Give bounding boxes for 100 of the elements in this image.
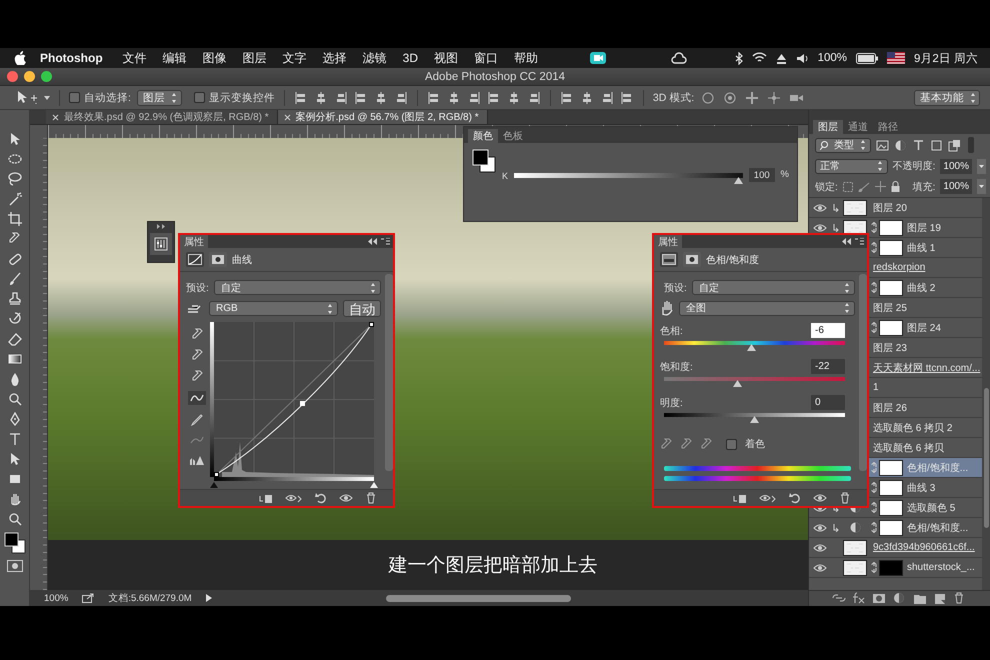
eye-icon[interactable]: [813, 202, 827, 212]
move-arrows-icon[interactable]: [874, 181, 886, 192]
dropper-minus-icon[interactable]: [700, 438, 712, 450]
gradient-icon[interactable]: [8, 352, 22, 366]
wifi-icon[interactable]: [752, 52, 767, 64]
value-field[interactable]: 0: [811, 395, 845, 410]
color-swatches-icon[interactable]: [4, 532, 26, 554]
close-icon[interactable]: [284, 114, 291, 120]
eject-icon[interactable]: [776, 52, 787, 64]
mask-button[interactable]: [209, 252, 227, 267]
dropper-icon[interactable]: [660, 438, 672, 450]
shape-filter-icon[interactable]: [930, 138, 943, 152]
brush-icon[interactable]: [858, 182, 870, 192]
color-swatches-icon[interactable]: [472, 149, 496, 173]
zoom-button[interactable]: [41, 71, 52, 82]
menu-item[interactable]: 文字: [274, 50, 315, 66]
properties-panel-button[interactable]: [150, 233, 172, 255]
scrollbar-thumb[interactable]: [984, 388, 988, 528]
share-icon[interactable]: [82, 593, 94, 603]
bluetooth-icon[interactable]: [734, 52, 743, 64]
preset-dropdown[interactable]: 自定: [692, 280, 855, 295]
slider-thumb[interactable]: [732, 380, 742, 387]
dropper-icon[interactable]: [191, 370, 203, 382]
checkbox[interactable]: [726, 438, 737, 450]
layer-row[interactable]: 9c3fd394b960661c6f...: [809, 538, 982, 558]
checkbox[interactable]: [194, 92, 205, 103]
pen-icon[interactable]: [8, 412, 22, 426]
align-icon[interactable]: [560, 90, 574, 104]
filter-dropdown[interactable]: 类型: [815, 138, 871, 152]
stamp-icon[interactable]: [8, 292, 22, 306]
value-field[interactable]: -6: [811, 323, 845, 338]
scrollbar-thumb[interactable]: [859, 274, 867, 471]
document-tab[interactable]: 最终效果.psd @ 92.9% (色调观察层, RGB/8) *: [46, 110, 278, 124]
trash-icon[interactable]: [365, 492, 377, 504]
layer-select-dropdown[interactable]: 图层: [136, 90, 182, 106]
bandage-icon[interactable]: [8, 252, 22, 266]
eye-icon[interactable]: [813, 522, 827, 532]
menu-item[interactable]: 编辑: [154, 50, 195, 66]
menu-item[interactable]: 窗口: [466, 50, 506, 66]
view-previous-icon[interactable]: [285, 492, 303, 504]
workspace-dropdown[interactable]: 基本功能: [914, 90, 980, 106]
slider-thumb[interactable]: [746, 344, 756, 351]
play-icon[interactable]: [206, 594, 212, 602]
magnifier-icon[interactable]: [8, 512, 22, 526]
image-filter-icon[interactable]: [876, 138, 889, 152]
eye-icon[interactable]: [813, 562, 827, 572]
checkbox[interactable]: [69, 92, 80, 103]
dropdown-caret-icon[interactable]: [977, 179, 986, 194]
lock-icon[interactable]: [890, 181, 900, 192]
value-field[interactable]: 100: [748, 168, 775, 182]
clock[interactable]: 9月2日 周六: [914, 50, 978, 66]
collapse-icon[interactable]: [842, 238, 851, 245]
slider-thumb[interactable]: [734, 177, 743, 184]
menu-item[interactable]: 图层: [234, 50, 275, 66]
opacity-field[interactable]: 100%: [940, 158, 972, 174]
eraser-icon[interactable]: [8, 332, 22, 346]
mask-button[interactable]: [683, 252, 701, 267]
3d-tool-icon[interactable]: [722, 90, 738, 104]
curve-tool-button[interactable]: [188, 391, 206, 405]
menu-item[interactable]: 文件: [114, 50, 155, 66]
crop-icon[interactable]: [8, 212, 22, 226]
menu-item[interactable]: 帮助: [506, 50, 546, 66]
type-icon[interactable]: [8, 432, 22, 446]
align-icon[interactable]: [426, 90, 441, 104]
3d-tool-icon[interactable]: [766, 90, 782, 104]
panel-tab[interactable]: 通道: [843, 120, 873, 134]
reset-icon[interactable]: [315, 492, 327, 504]
dropper-icon[interactable]: [191, 349, 203, 361]
visibility-icon[interactable]: [813, 492, 827, 504]
cloud-icon[interactable]: [670, 52, 687, 64]
panel-tab[interactable]: 路径: [873, 120, 903, 134]
panel-tab[interactable]: 图层: [813, 120, 843, 134]
quick-mask-icon[interactable]: [6, 560, 22, 572]
adjustment-icon[interactable]: [892, 592, 906, 605]
dropper-plus-icon[interactable]: [680, 438, 692, 450]
speaker-icon[interactable]: [796, 52, 809, 64]
fx-icon[interactable]: [852, 592, 866, 605]
align-icon[interactable]: [620, 90, 634, 104]
menu-item[interactable]: 3D: [394, 51, 426, 65]
menu-item[interactable]: 视图: [426, 50, 466, 66]
3d-tool-icon[interactable]: [744, 90, 760, 104]
lock-pixels-icon[interactable]: [842, 182, 853, 192]
clip-to-layer-icon[interactable]: [259, 492, 273, 504]
new-layer-icon[interactable]: [932, 592, 947, 605]
panel-menu-icon[interactable]: [381, 238, 390, 245]
document-tab[interactable]: 案例分析.psd @ 56.7% (图层 2, RGB/8) *: [278, 110, 488, 124]
scrollbar-thumb[interactable]: [386, 594, 571, 602]
panel-tab[interactable]: 颜色: [468, 129, 498, 143]
rectangle-icon[interactable]: [8, 472, 22, 486]
app-menu[interactable]: Photoshop: [26, 51, 115, 65]
adjustment-filter-icon[interactable]: [894, 138, 907, 152]
menu-item[interactable]: 图像: [194, 50, 235, 66]
value-field[interactable]: -22: [811, 359, 845, 374]
align-icon[interactable]: [294, 90, 308, 104]
layer-row[interactable]: 图层 20: [809, 198, 982, 218]
layer-row[interactable]: 色相/饱和度...: [809, 518, 982, 538]
range-dropdown[interactable]: 全图: [679, 300, 855, 316]
trash-icon[interactable]: [839, 492, 851, 504]
collapse-icon[interactable]: [156, 224, 166, 229]
brush-icon[interactable]: [8, 272, 22, 286]
